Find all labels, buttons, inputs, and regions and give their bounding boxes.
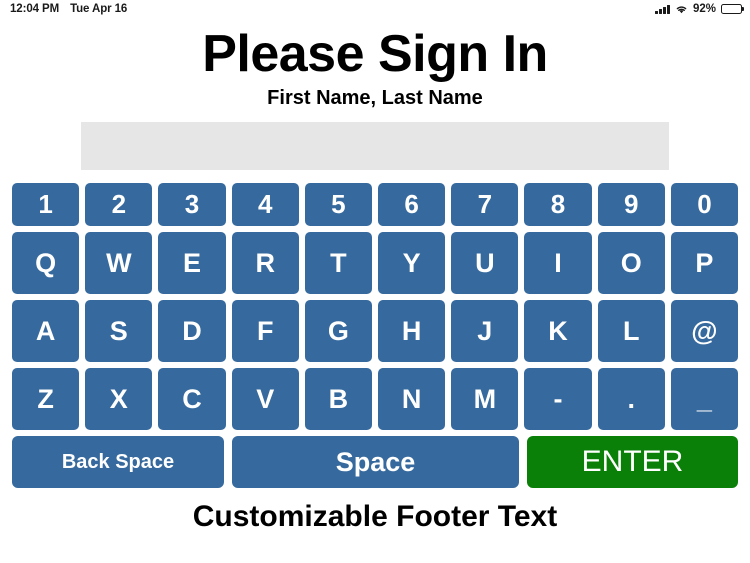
page-subtitle: First Name, Last Name (267, 87, 483, 110)
keyboard-row-qwerty: Q W E R T Y U I O P (12, 232, 739, 295)
status-bar-time: 12:04 PM (10, 3, 60, 15)
key-k[interactable]: K (524, 300, 592, 363)
key-g[interactable]: G (304, 300, 373, 363)
key-hyphen[interactable]: - (524, 368, 592, 431)
key-c[interactable]: C (158, 368, 226, 431)
key-u[interactable]: U (451, 232, 519, 295)
battery-icon (721, 4, 742, 14)
key-h[interactable]: H (378, 300, 446, 363)
key-n[interactable]: N (378, 368, 446, 431)
key-a[interactable]: A (12, 300, 80, 363)
key-at-sign[interactable]: @ (670, 300, 739, 363)
key-6[interactable]: 6 (378, 183, 446, 227)
key-q[interactable]: Q (12, 232, 80, 295)
key-t[interactable]: T (304, 232, 373, 295)
key-j[interactable]: J (451, 300, 519, 363)
key-e[interactable]: E (158, 232, 226, 295)
key-9[interactable]: 9 (597, 183, 665, 227)
key-underscore[interactable]: _ (670, 368, 739, 431)
key-2[interactable]: 2 (85, 183, 153, 227)
key-r[interactable]: R (231, 232, 299, 295)
keyboard-row-numbers: 1 2 3 4 5 6 7 8 9 0 (12, 183, 739, 227)
keyboard-row-actions: Back Space Space ENTER (12, 436, 738, 489)
enter-button[interactable]: ENTER (527, 436, 738, 489)
key-8[interactable]: 8 (524, 183, 592, 227)
key-x[interactable]: X (85, 368, 153, 431)
key-z[interactable]: Z (12, 368, 80, 431)
key-f[interactable]: F (231, 300, 299, 363)
key-d[interactable]: D (158, 300, 226, 363)
signal-bars-icon (655, 4, 670, 14)
key-5[interactable]: 5 (304, 183, 373, 227)
key-s[interactable]: S (85, 300, 153, 363)
status-bar-left: 12:04 PM Tue Apr 16 (10, 3, 127, 15)
footer-text: Customizable Footer Text (192, 500, 558, 534)
status-bar-date: Tue Apr 16 (70, 3, 128, 15)
key-b[interactable]: B (304, 368, 373, 431)
key-y[interactable]: Y (378, 232, 446, 295)
key-i[interactable]: I (524, 232, 592, 295)
key-4[interactable]: 4 (231, 183, 299, 227)
status-bar: 12:04 PM Tue Apr 16 92% (0, 0, 750, 18)
keyboard-row-asdf: A S D F G H J K L @ (12, 300, 739, 363)
key-0[interactable]: 0 (670, 183, 739, 227)
battery-percent-label: 92% (692, 3, 716, 15)
key-7[interactable]: 7 (451, 183, 519, 227)
status-bar-right: 92% (655, 3, 742, 15)
key-w[interactable]: W (85, 232, 153, 295)
key-m[interactable]: M (451, 368, 519, 431)
page-title: Please Sign In (202, 25, 548, 83)
key-o[interactable]: O (597, 232, 665, 295)
key-v[interactable]: V (231, 368, 299, 431)
backspace-button[interactable]: Back Space (12, 436, 224, 489)
key-1[interactable]: 1 (12, 183, 80, 227)
on-screen-keyboard: 1 2 3 4 5 6 7 8 9 0 Q W E R T Y U I O P … (12, 183, 739, 489)
name-input[interactable] (81, 122, 669, 171)
space-button[interactable]: Space (232, 436, 519, 489)
key-period[interactable]: . (597, 368, 665, 431)
key-l[interactable]: L (597, 300, 665, 363)
keyboard-row-zxcv: Z X C V B N M - . _ (12, 368, 739, 431)
wifi-icon (675, 4, 688, 14)
name-input-container (81, 122, 669, 171)
key-p[interactable]: P (670, 232, 739, 295)
key-3[interactable]: 3 (158, 183, 226, 227)
